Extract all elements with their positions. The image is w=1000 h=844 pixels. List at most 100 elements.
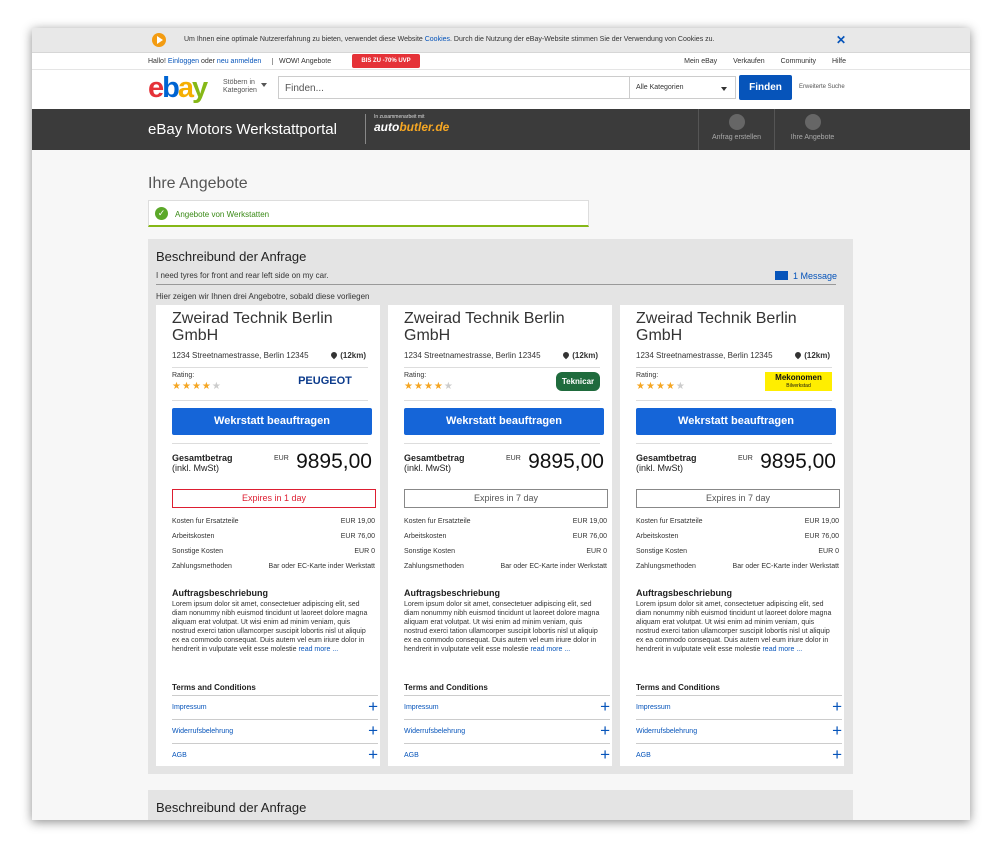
order-description: Lorem ipsum dolor sit amet, consectetuer… <box>404 601 600 653</box>
cookie-text: Um Ihnen eine optimale Nutzererfahrung z… <box>184 36 715 43</box>
terms-title: Terms and Conditions <box>404 683 488 692</box>
book-workshop-button[interactable]: Wekrstatt beauftragen <box>172 408 372 435</box>
filter-notice: ✓ Angebote von Werkstatten <box>148 200 589 227</box>
ebay-logo[interactable]: ebay <box>148 72 208 105</box>
location-pin-icon <box>561 350 571 360</box>
find-button[interactable]: Finden <box>739 75 792 100</box>
sell-link[interactable]: Verkaufen <box>733 58 765 65</box>
promo-badge[interactable]: BIS ZU -70% UVP <box>352 54 420 68</box>
account-links: Mein eBay Verkaufen Community Hilfe <box>670 58 846 65</box>
offer-card: Zweirad Technik Berlin GmbH 1234 Streetna… <box>620 305 844 766</box>
divider <box>172 400 368 401</box>
browse-categories-button[interactable]: Stöbern in Kategorien <box>223 79 267 95</box>
divider <box>404 400 600 401</box>
workshop-name[interactable]: Zweirad Technik Berlin GmbH <box>172 310 372 344</box>
cost-row: Sonstige Kosten EUR 0 <box>172 548 375 555</box>
divider <box>404 367 600 368</box>
workshop-name[interactable]: Zweirad Technik Berlin GmbH <box>404 310 604 344</box>
plus-icon[interactable]: + <box>832 698 842 715</box>
search-input[interactable]: Finden... <box>278 76 630 99</box>
plus-icon[interactable]: + <box>600 698 610 715</box>
wow-offers-link[interactable]: WOW! Angebote <box>272 58 331 65</box>
envelope-icon <box>774 271 788 280</box>
terms-row[interactable]: AGB + <box>636 743 842 765</box>
cost-row: Sonstige Kosten EUR 0 <box>404 548 607 555</box>
plus-icon[interactable]: + <box>368 746 378 763</box>
terms-row[interactable]: Widerrufsbelehrung + <box>172 719 378 741</box>
section-title: Beschreibund der Anfrage <box>156 249 307 264</box>
total-amount: 9895,00 <box>760 450 836 473</box>
expiry-badge: Expires in 1 day <box>172 489 376 508</box>
messages-link[interactable]: 1 Message <box>774 271 837 281</box>
page-title: Ihre Angebote <box>148 175 248 192</box>
autobutler-logo: In zusammenarbeit mit autobutler.de <box>365 114 449 144</box>
plus-icon[interactable]: + <box>600 746 610 763</box>
cost-row: Kosten fur Ersatzteile EUR 19,00 <box>404 518 607 525</box>
offer-card: Zweirad Technik Berlin GmbH 1234 Streetna… <box>156 305 380 766</box>
workshop-name[interactable]: Zweirad Technik Berlin GmbH <box>636 310 836 344</box>
divider <box>172 367 368 368</box>
divider <box>636 367 832 368</box>
register-link[interactable]: neu anmelden <box>217 58 261 65</box>
terms-row[interactable]: AGB + <box>172 743 378 765</box>
cost-row: Arbeitskosten EUR 76,00 <box>636 533 839 540</box>
terms-row[interactable]: Impressum + <box>172 695 378 717</box>
terms-row[interactable]: Impressum + <box>636 695 842 717</box>
read-more-link[interactable]: read more ... <box>298 646 338 653</box>
cost-row: Kosten fur Ersatzteile EUR 19,00 <box>636 518 839 525</box>
read-more-link[interactable]: read more ... <box>762 646 802 653</box>
read-more-link[interactable]: read more ... <box>530 646 570 653</box>
distance: (12km) <box>793 350 830 360</box>
workshop-address: 1234 Streetnamestrasse, Berlin 12345 <box>404 351 541 360</box>
plus-icon[interactable]: + <box>368 698 378 715</box>
terms-row[interactable]: Impressum + <box>404 695 610 717</box>
terms-row[interactable]: Widerrufsbelehrung + <box>404 719 610 741</box>
order-description-title: Auftragsbeschriebung <box>404 588 501 598</box>
request-description: I need tyres for front and rear left sid… <box>156 271 329 280</box>
close-icon[interactable]: ✕ <box>836 33 846 47</box>
category-select[interactable]: Alle Kategorien <box>630 76 736 99</box>
expiry-badge: Expires in 7 day <box>636 489 840 508</box>
cookie-link[interactable]: Cookies <box>425 36 450 43</box>
plus-icon[interactable]: + <box>832 746 842 763</box>
book-workshop-button[interactable]: Wekrstatt beauftragen <box>636 408 836 435</box>
terms-row[interactable]: Widerrufsbelehrung + <box>636 719 842 741</box>
brand-logo: Mekonomen Bilverkstad <box>765 372 832 391</box>
brand-logo: PEUGEOT <box>298 375 352 387</box>
cost-row: Zahlungsmethoden Bar oder EC-Karte inder … <box>172 563 375 570</box>
divider <box>404 443 600 444</box>
create-request-button[interactable]: Anfrag erstellen <box>698 109 774 150</box>
chevron-down-icon <box>261 83 267 87</box>
cost-row: Zahlungsmethoden Bar oder EC-Karte inder … <box>404 563 607 570</box>
login-link[interactable]: Einloggen <box>168 58 199 65</box>
play-icon[interactable] <box>152 33 166 47</box>
currency: EUR <box>274 455 289 462</box>
order-description: Lorem ipsum dolor sit amet, consectetuer… <box>172 601 368 653</box>
checkmark-icon: ✓ <box>155 207 168 220</box>
help-link[interactable]: Hilfe <box>832 58 846 65</box>
location-pin-icon <box>793 350 803 360</box>
browser-window: Um Ihnen eine optimale Nutzererfahrung z… <box>32 28 970 820</box>
terms-row[interactable]: AGB + <box>404 743 610 765</box>
cost-row: Zahlungsmethoden Bar oder EC-Karte inder … <box>636 563 839 570</box>
total-sublabel: (inkl. MwSt) <box>404 463 451 473</box>
community-link[interactable]: Community <box>781 58 816 65</box>
plus-icon[interactable]: + <box>368 722 378 739</box>
your-offers-button[interactable]: Ihre Angebote <box>774 109 850 150</box>
total-amount: 9895,00 <box>528 450 604 473</box>
book-workshop-button[interactable]: Wekrstatt beauftragen <box>404 408 604 435</box>
currency: EUR <box>738 455 753 462</box>
advanced-search-link[interactable]: Erweiterte Suche <box>799 84 845 90</box>
cookie-banner: Um Ihnen eine optimale Nutzererfahrung z… <box>32 28 970 53</box>
my-ebay-link[interactable]: Mein eBay <box>684 58 717 65</box>
plus-icon[interactable]: + <box>600 722 610 739</box>
wrench-icon <box>804 114 821 130</box>
total-label: Gesamtbetrag <box>636 453 697 463</box>
total-label: Gesamtbetrag <box>404 453 465 463</box>
star-rating: ★★★★★ <box>172 381 222 392</box>
order-description-title: Auftragsbeschriebung <box>636 588 733 598</box>
top-links-bar: Hallo! Einloggen oder neu anmelden WOW! … <box>32 53 970 70</box>
plus-icon[interactable]: + <box>832 722 842 739</box>
terms-title: Terms and Conditions <box>172 683 256 692</box>
workshop-address: 1234 Streetnamestrasse, Berlin 12345 <box>172 351 309 360</box>
